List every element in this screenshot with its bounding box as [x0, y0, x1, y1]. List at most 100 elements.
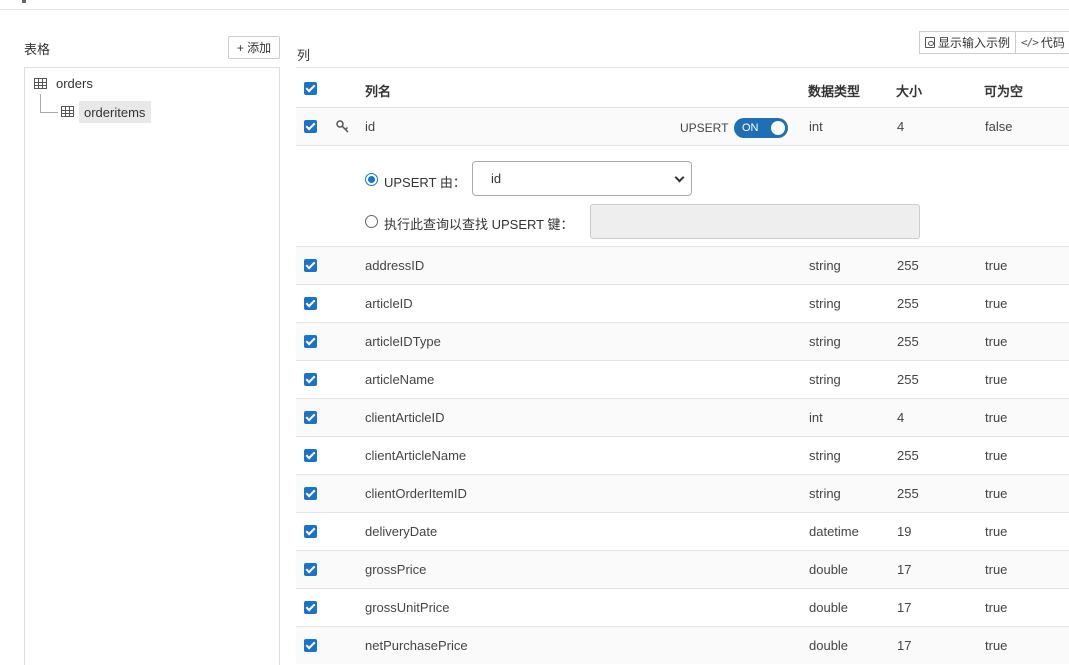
- tree-node-orders[interactable]: orders: [34, 73, 93, 93]
- column-nullable: true: [985, 562, 1008, 577]
- columns-title: 列: [297, 48, 311, 63]
- chevron-down-icon: [674, 172, 685, 183]
- table-row[interactable]: clientOrderItemID string 255 true: [296, 474, 1069, 512]
- row-checkbox[interactable]: [304, 563, 317, 576]
- column-type: int: [809, 119, 823, 134]
- header-type: 数据类型: [808, 84, 861, 99]
- table-row[interactable]: clientArticleName string 255 true: [296, 436, 1069, 474]
- show-example-button[interactable]: 显示输入示例: [919, 31, 1017, 54]
- column-size: 255: [897, 258, 919, 273]
- column-size: 4: [897, 410, 905, 425]
- row-checkbox[interactable]: [304, 120, 317, 133]
- column-name: articleName: [365, 372, 435, 387]
- row-checkbox[interactable]: [304, 373, 317, 386]
- column-type: string: [809, 334, 841, 349]
- code-icon: </>: [1021, 36, 1039, 49]
- column-nullable: true: [985, 448, 1008, 463]
- toolbar-buttons: 显示输入示例 </> 代码: [919, 31, 1069, 54]
- table-row[interactable]: articleID string 255 true: [296, 284, 1069, 322]
- table-tree: orders orderitems: [24, 67, 280, 665]
- select-all-checkbox[interactable]: [304, 82, 317, 95]
- top-fragment: [22, 0, 26, 3]
- column-type: int: [809, 410, 823, 425]
- header-size: 大小: [896, 84, 923, 99]
- column-nullable: true: [985, 334, 1008, 349]
- column-name: addressID: [365, 258, 425, 273]
- column-size: 17: [897, 600, 912, 615]
- table-row-key[interactable]: id UPSERT ON int 4 false: [296, 107, 1069, 145]
- column-size: 255: [897, 486, 919, 501]
- row-checkbox[interactable]: [304, 601, 317, 614]
- table-row[interactable]: grossUnitPrice double 17 true: [296, 588, 1069, 626]
- upsert-toggle[interactable]: ON: [734, 118, 788, 138]
- row-checkbox[interactable]: [304, 639, 317, 652]
- row-checkbox[interactable]: [304, 335, 317, 348]
- column-type: string: [809, 372, 841, 387]
- column-name: clientOrderItemID: [365, 486, 467, 501]
- document-icon: [925, 37, 935, 48]
- column-type: double: [809, 638, 849, 653]
- column-nullable: true: [985, 638, 1008, 653]
- column-name: id: [365, 119, 376, 134]
- column-size: 17: [897, 638, 912, 653]
- code-label: 代码: [1040, 36, 1065, 50]
- tree-connector: [40, 94, 41, 113]
- column-size: 17: [897, 562, 912, 577]
- column-size: 255: [897, 448, 919, 463]
- upsert-query-label: 执行此查询以查找 UPSERT 键：: [384, 217, 574, 232]
- row-checkbox[interactable]: [304, 525, 317, 538]
- header-name: 列名: [365, 84, 392, 99]
- upsert-label: UPSERT: [680, 121, 729, 135]
- row-checkbox[interactable]: [304, 297, 317, 310]
- code-button[interactable]: </> 代码: [1016, 31, 1069, 54]
- row-checkbox[interactable]: [304, 411, 317, 424]
- column-type: string: [809, 448, 841, 463]
- column-type: string: [809, 296, 841, 311]
- table-row[interactable]: grossPrice double 17 true: [296, 550, 1069, 588]
- tables-title: 表格: [24, 42, 51, 57]
- column-name: grossPrice: [365, 562, 427, 577]
- column-size: 4: [897, 119, 905, 134]
- column-nullable: true: [985, 258, 1008, 273]
- column-nullable: true: [985, 524, 1008, 539]
- column-type: double: [809, 562, 849, 577]
- toggle-knob: [771, 121, 785, 135]
- column-nullable: false: [985, 119, 1013, 134]
- column-name: articleIDType: [365, 334, 441, 349]
- row-checkbox[interactable]: [304, 259, 317, 272]
- column-name: grossUnitPrice: [365, 600, 450, 615]
- column-size: 255: [897, 372, 919, 387]
- table-row[interactable]: netPurchasePrice double 17 true: [296, 626, 1069, 664]
- table-row[interactable]: addressID string 255 true: [296, 246, 1069, 284]
- upsert-by-radio[interactable]: [365, 173, 378, 186]
- add-table-button[interactable]: + 添加: [228, 36, 280, 59]
- toggle-label: ON: [742, 122, 759, 134]
- column-name: deliveryDate: [365, 524, 438, 539]
- upsert-key-select[interactable]: id: [472, 161, 692, 196]
- table-row[interactable]: clientArticleID int 4 true: [296, 398, 1069, 436]
- column-size: 255: [897, 296, 919, 311]
- table-row[interactable]: articleIDType string 255 true: [296, 322, 1069, 360]
- table-icon: [61, 106, 74, 117]
- table-header: 列名 数据类型 大小 可为空: [296, 67, 1069, 107]
- column-type: string: [809, 258, 841, 273]
- row-checkbox[interactable]: [304, 487, 317, 500]
- top-divider: [0, 9, 1069, 10]
- header-nullable: 可为空: [984, 84, 1024, 99]
- upsert-query-input[interactable]: [590, 204, 920, 239]
- table-icon: [34, 77, 47, 89]
- column-name: articleID: [365, 296, 413, 311]
- table-row[interactable]: deliveryDate datetime 19 true: [296, 512, 1069, 550]
- column-nullable: true: [985, 600, 1008, 615]
- column-name: netPurchasePrice: [365, 638, 468, 653]
- column-type: string: [809, 486, 841, 501]
- column-name: clientArticleID: [365, 410, 445, 425]
- upsert-panel: UPSERT 由： id 执行此查询以查找 UPSERT 键：: [296, 145, 1069, 246]
- upsert-query-radio[interactable]: [365, 215, 378, 228]
- row-checkbox[interactable]: [304, 449, 317, 462]
- show-example-label: 显示输入示例: [938, 36, 1011, 50]
- table-row[interactable]: articleName string 255 true: [296, 360, 1069, 398]
- tree-node-orderitems[interactable]: orderitems: [61, 101, 152, 123]
- tree-node-label: orders: [56, 75, 93, 91]
- column-name: clientArticleName: [365, 448, 467, 463]
